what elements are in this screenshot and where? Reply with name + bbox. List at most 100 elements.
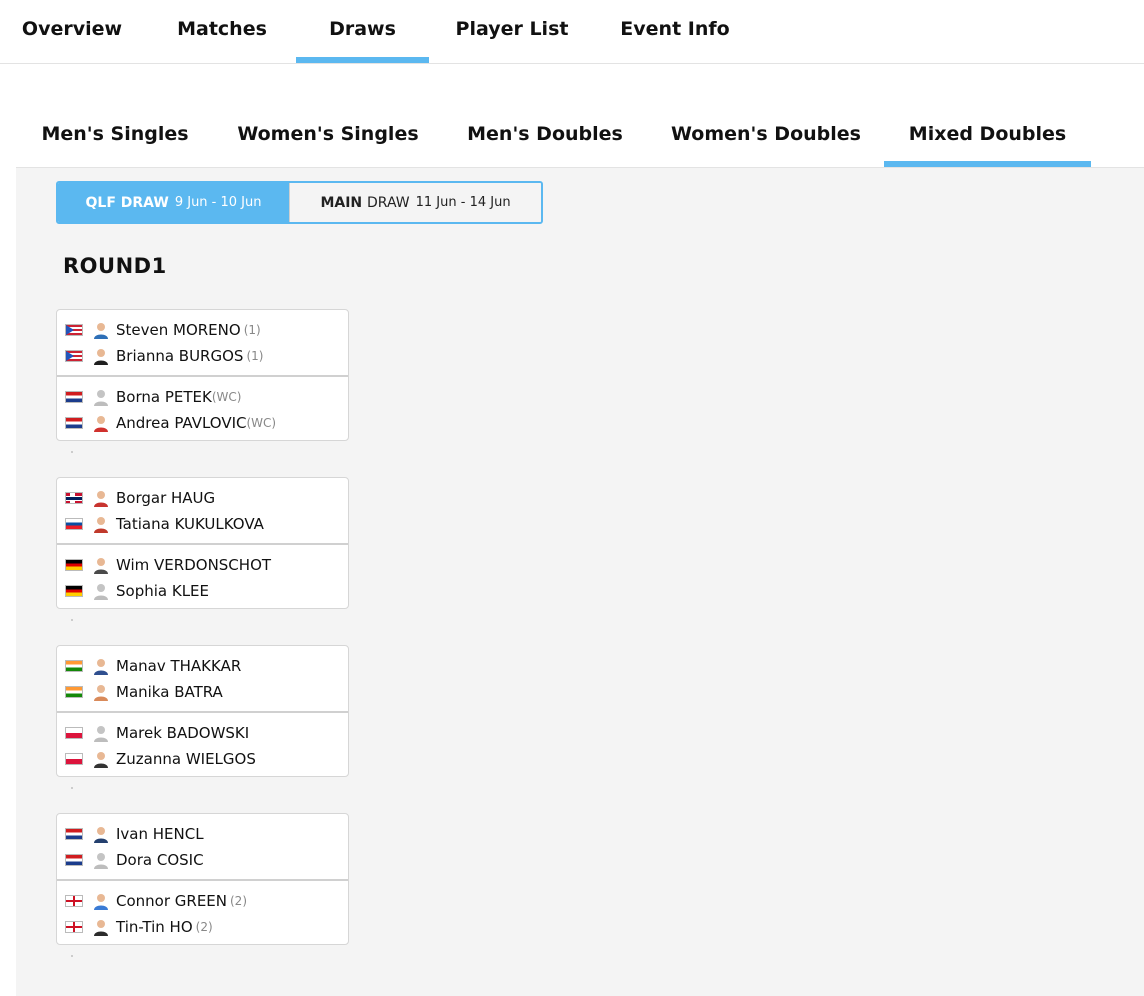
player-avatar-icon xyxy=(94,827,108,843)
player-avatar-icon xyxy=(94,659,108,675)
player-name[interactable]: Borna PETEK xyxy=(116,388,212,406)
connector-dot xyxy=(71,955,73,957)
connector-dot xyxy=(71,787,73,789)
tab-event-info-label: Event Info xyxy=(620,18,730,40)
player-row[interactable]: Borgar HAUG xyxy=(57,485,348,511)
tab-draws-label: Draws xyxy=(329,18,396,40)
top-navigation: Overview Matches Draws Player List Event… xyxy=(0,0,1144,64)
qlf-draw-button[interactable]: QLF DRAW 9 Jun - 10 Jun xyxy=(58,183,289,222)
player-name[interactable]: Connor GREEN xyxy=(116,892,227,910)
team-pair: Wim VERDONSCHOT Sophia KLEE xyxy=(57,543,348,608)
flag-icon xyxy=(65,391,83,403)
player-row[interactable]: Tatiana KUKULKOVA xyxy=(57,511,348,537)
connector-dot xyxy=(71,451,73,453)
tab-womens-doubles[interactable]: Women's Doubles xyxy=(648,64,884,167)
main-draw-button[interactable]: MAIN DRAW 11 Jun - 14 Jun xyxy=(289,183,541,222)
team-pair: Ivan HENCL Dora COSIC xyxy=(57,814,348,879)
seed-label: (2) xyxy=(230,894,247,908)
player-row[interactable]: Ivan HENCL xyxy=(57,821,348,847)
player-name[interactable]: Dora COSIC xyxy=(116,851,204,869)
player-name[interactable]: Manika BATRA xyxy=(116,683,223,701)
team-pair: Marek BADOWSKI Zuzanna WIELGOS xyxy=(57,711,348,776)
player-name[interactable]: Tatiana KUKULKOVA xyxy=(116,515,264,533)
tab-draws[interactable]: Draws xyxy=(296,0,429,63)
player-name[interactable]: Tin-Tin HO xyxy=(116,918,193,936)
seed-label: (WC) xyxy=(211,390,242,404)
player-name[interactable]: Andrea PAVLOVIC xyxy=(116,414,247,432)
main-draw-name: MAIN xyxy=(320,194,363,211)
flag-icon xyxy=(65,828,83,840)
flag-icon xyxy=(65,417,83,429)
match-card[interactable]: Manav THAKKAR Manika BATRA Marek BADOWSKI Z… xyxy=(56,645,349,789)
player-avatar-icon xyxy=(94,894,108,910)
player-avatar-icon xyxy=(94,558,108,574)
player-avatar-icon xyxy=(94,685,108,701)
qlf-draw-dates: 9 Jun - 10 Jun xyxy=(174,195,262,210)
main-draw-label: MAIN DRAW xyxy=(320,195,409,211)
team-pair: Manav THAKKAR Manika BATRA xyxy=(57,646,348,711)
tab-womens-singles[interactable]: Women's Singles xyxy=(214,64,442,167)
match-card[interactable]: Borgar HAUG Tatiana KUKULKOVA Wim VERDONSC… xyxy=(56,477,349,621)
player-avatar-icon xyxy=(94,323,108,339)
match-card[interactable]: Steven MORENO (1) Brianna BURGOS (1) Borna P… xyxy=(56,309,349,453)
player-name[interactable]: Brianna BURGOS xyxy=(116,347,243,365)
team-pair: Borgar HAUG Tatiana KUKULKOVA xyxy=(57,478,348,543)
player-name[interactable]: Wim VERDONSCHOT xyxy=(116,556,271,574)
player-row[interactable]: Brianna BURGOS (1) xyxy=(57,343,348,369)
tab-mixed-doubles[interactable]: Mixed Doubles xyxy=(884,64,1091,167)
player-avatar-icon xyxy=(94,920,108,936)
tab-overview-label: Overview xyxy=(21,18,123,40)
player-name[interactable]: Ivan HENCL xyxy=(116,825,204,843)
player-row[interactable]: Manav THAKKAR xyxy=(57,653,348,679)
draw-content: QLF DRAW 9 Jun - 10 Jun MAIN DRAW 11 Jun… xyxy=(16,168,1144,996)
seed-label: (2) xyxy=(195,920,213,934)
player-row[interactable]: Tin-Tin HO (2) xyxy=(57,914,348,940)
draw-toggle: QLF DRAW 9 Jun - 10 Jun MAIN DRAW 11 Jun… xyxy=(56,181,543,224)
flag-icon xyxy=(65,324,83,336)
player-row[interactable]: Wim VERDONSCHOT xyxy=(57,552,348,578)
player-row[interactable]: Connor GREEN (2) xyxy=(57,888,348,914)
flag-icon xyxy=(65,350,83,362)
player-avatar-icon xyxy=(94,584,108,600)
match-card[interactable]: Ivan HENCL Dora COSIC Connor GREEN (2) Tin-T… xyxy=(56,813,349,957)
player-name[interactable]: Zuzanna WIELGOS xyxy=(116,750,256,768)
player-row[interactable]: Steven MORENO (1) xyxy=(57,317,348,343)
player-name[interactable]: Marek BADOWSKI xyxy=(116,724,249,742)
player-row[interactable]: Dora COSIC xyxy=(57,847,348,873)
seed-label: (1) xyxy=(246,349,264,363)
player-row[interactable]: Borna PETEK (WC) xyxy=(57,384,348,410)
main-draw-suffix: DRAW xyxy=(367,194,410,211)
qlf-draw-suffix: DRAW xyxy=(120,194,169,211)
tab-matches[interactable]: Matches xyxy=(144,0,300,63)
player-name[interactable]: Manav THAKKAR xyxy=(116,657,241,675)
team-pair: Steven MORENO (1) Brianna BURGOS (1) xyxy=(57,310,348,375)
player-name[interactable]: Sophia KLEE xyxy=(116,582,209,600)
player-avatar-icon xyxy=(94,349,108,365)
player-avatar-icon xyxy=(94,416,108,432)
player-name[interactable]: Steven MORENO xyxy=(116,321,241,339)
qlf-draw-label: QLF DRAW xyxy=(86,195,169,211)
tab-mens-singles[interactable]: Men's Singles xyxy=(16,64,214,167)
player-row[interactable]: Zuzanna WIELGOS xyxy=(57,746,348,772)
tab-mens-doubles[interactable]: Men's Doubles xyxy=(442,64,648,167)
player-avatar-icon xyxy=(94,517,108,533)
tab-overview[interactable]: Overview xyxy=(0,0,144,63)
team-pair: Connor GREEN (2) Tin-Tin HO (2) xyxy=(57,879,348,944)
tab-mixed-doubles-label: Mixed Doubles xyxy=(908,123,1067,145)
player-avatar-icon xyxy=(94,853,108,869)
player-row[interactable]: Marek BADOWSKI xyxy=(57,720,348,746)
flag-icon xyxy=(65,559,83,571)
tab-event-info[interactable]: Event Info xyxy=(595,0,755,63)
player-row[interactable]: Manika BATRA xyxy=(57,679,348,705)
event-tabs: Men's Singles Women's Singles Men's Doub… xyxy=(16,64,1144,168)
tab-player-list[interactable]: Player List xyxy=(429,0,595,63)
player-row[interactable]: Sophia KLEE xyxy=(57,578,348,604)
flag-icon xyxy=(65,854,83,866)
player-row[interactable]: Andrea PAVLOVIC (WC) xyxy=(57,410,348,436)
tab-mens-doubles-label: Men's Doubles xyxy=(467,123,623,145)
player-name[interactable]: Borgar HAUG xyxy=(116,489,215,507)
player-avatar-icon xyxy=(94,726,108,742)
tab-womens-doubles-label: Women's Doubles xyxy=(671,123,861,145)
round-title: ROUND1 xyxy=(63,254,167,278)
flag-icon xyxy=(65,921,83,933)
